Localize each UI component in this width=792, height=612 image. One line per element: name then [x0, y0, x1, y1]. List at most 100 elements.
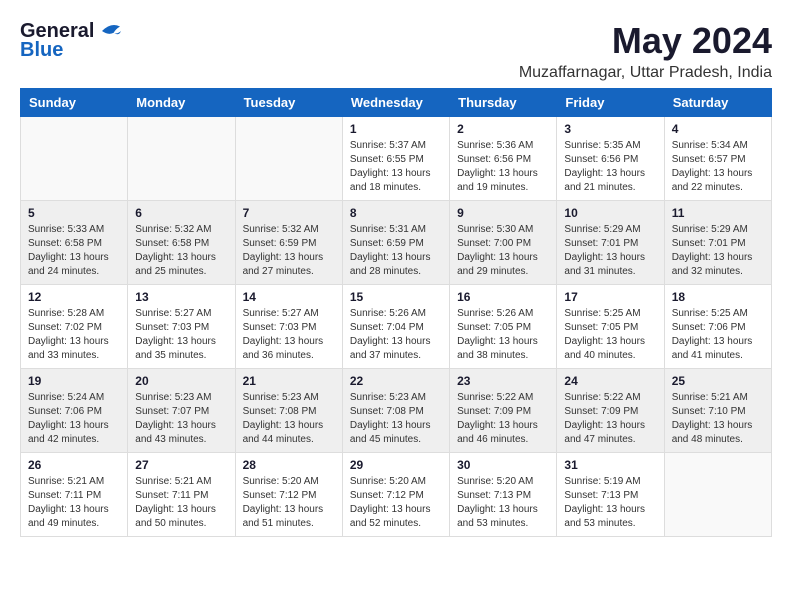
- calendar-week-row: 26Sunrise: 5:21 AM Sunset: 7:11 PM Dayli…: [21, 453, 772, 537]
- calendar-cell: 10 Sunrise: 5:29 AM Sunset: 7:01 PM Dayli…: [557, 201, 664, 285]
- day-number: 10: [564, 206, 656, 220]
- day-info: Sunrise: 5:26 AM Sunset: 7:04 PM Dayligh…: [350, 307, 442, 363]
- calendar-cell: 15 Sunrise: 5:26 AM Sunset: 7:04 PM Dayli…: [342, 285, 449, 369]
- day-info: Sunrise: 5:21 AM Sunset: 7:10 PM Dayligh…: [672, 391, 764, 447]
- calendar-cell: [235, 117, 342, 201]
- weekday-header-monday: Monday: [128, 89, 235, 117]
- day-number: 28: [243, 458, 335, 472]
- day-info: Sunrise: 5:20 AM Sunset: 7:13 PM Dayligh…: [457, 475, 549, 531]
- calendar-cell: [664, 453, 771, 537]
- calendar-cell: 7Sunrise: 5:32 AM Sunset: 6:59 PM Daylig…: [235, 201, 342, 285]
- day-number: 18: [672, 290, 764, 304]
- calendar-cell: 6Sunrise: 5:32 AM Sunset: 6:58 PM Daylig…: [128, 201, 235, 285]
- day-number: 12: [28, 290, 120, 304]
- day-number: 4: [672, 122, 764, 136]
- calendar-cell: 4 Sunrise: 5:34 AM Sunset: 6:57 PM Daylig…: [664, 117, 771, 201]
- calendar-cell: 18 Sunrise: 5:25 AM Sunset: 7:06 PM Dayli…: [664, 285, 771, 369]
- calendar-cell: 13 Sunrise: 5:27 AM Sunset: 7:03 PM Dayli…: [128, 285, 235, 369]
- calendar-cell: 11 Sunrise: 5:29 AM Sunset: 7:01 PM Dayli…: [664, 201, 771, 285]
- calendar-table: SundayMondayTuesdayWednesdayThursdayFrid…: [20, 88, 772, 537]
- day-info: Sunrise: 5:26 AM Sunset: 7:05 PM Dayligh…: [457, 307, 549, 363]
- calendar-cell: 12 Sunrise: 5:28 AM Sunset: 7:02 PM Dayli…: [21, 285, 128, 369]
- weekday-header-row: SundayMondayTuesdayWednesdayThursdayFrid…: [21, 89, 772, 117]
- day-number: 13: [135, 290, 227, 304]
- weekday-header-thursday: Thursday: [450, 89, 557, 117]
- calendar-cell: [21, 117, 128, 201]
- day-number: 9: [457, 206, 549, 220]
- calendar-cell: 27 Sunrise: 5:21 AM Sunset: 7:11 PM Dayli…: [128, 453, 235, 537]
- calendar-cell: 2Sunrise: 5:36 AM Sunset: 6:56 PM Daylig…: [450, 117, 557, 201]
- day-number: 21: [243, 374, 335, 388]
- day-info: Sunrise: 5:29 AM Sunset: 7:01 PM Dayligh…: [564, 223, 656, 279]
- calendar-cell: 28 Sunrise: 5:20 AM Sunset: 7:12 PM Dayli…: [235, 453, 342, 537]
- title-area: May 2024 Muzaffarnagar, Uttar Pradesh, I…: [519, 20, 772, 82]
- calendar-cell: 31 Sunrise: 5:19 AM Sunset: 7:13 PM Dayli…: [557, 453, 664, 537]
- logo-bird-icon: [97, 22, 125, 40]
- calendar-cell: 29 Sunrise: 5:20 AM Sunset: 7:12 PM Dayli…: [342, 453, 449, 537]
- day-number: 1: [350, 122, 442, 136]
- calendar-cell: 21 Sunrise: 5:23 AM Sunset: 7:08 PM Dayli…: [235, 369, 342, 453]
- calendar-cell: 23Sunrise: 5:22 AM Sunset: 7:09 PM Dayli…: [450, 369, 557, 453]
- day-number: 20: [135, 374, 227, 388]
- calendar-cell: 16Sunrise: 5:26 AM Sunset: 7:05 PM Dayli…: [450, 285, 557, 369]
- calendar-cell: 1 Sunrise: 5:37 AM Sunset: 6:55 PM Daylig…: [342, 117, 449, 201]
- calendar-cell: 9 Sunrise: 5:30 AM Sunset: 7:00 PM Daylig…: [450, 201, 557, 285]
- day-number: 11: [672, 206, 764, 220]
- day-number: 27: [135, 458, 227, 472]
- calendar-cell: 17Sunrise: 5:25 AM Sunset: 7:05 PM Dayli…: [557, 285, 664, 369]
- day-number: 23: [457, 374, 549, 388]
- weekday-header-sunday: Sunday: [21, 89, 128, 117]
- day-info: Sunrise: 5:30 AM Sunset: 7:00 PM Dayligh…: [457, 223, 549, 279]
- day-info: Sunrise: 5:28 AM Sunset: 7:02 PM Dayligh…: [28, 307, 120, 363]
- weekday-header-friday: Friday: [557, 89, 664, 117]
- day-number: 2: [457, 122, 549, 136]
- calendar-cell: 20Sunrise: 5:23 AM Sunset: 7:07 PM Dayli…: [128, 369, 235, 453]
- day-info: Sunrise: 5:20 AM Sunset: 7:12 PM Dayligh…: [350, 475, 442, 531]
- day-number: 7: [243, 206, 335, 220]
- day-info: Sunrise: 5:34 AM Sunset: 6:57 PM Dayligh…: [672, 139, 764, 195]
- calendar-cell: 30 Sunrise: 5:20 AM Sunset: 7:13 PM Dayli…: [450, 453, 557, 537]
- weekday-header-tuesday: Tuesday: [235, 89, 342, 117]
- day-number: 24: [564, 374, 656, 388]
- calendar-cell: 14 Sunrise: 5:27 AM Sunset: 7:03 PM Dayli…: [235, 285, 342, 369]
- weekday-header-wednesday: Wednesday: [342, 89, 449, 117]
- calendar-cell: 19 Sunrise: 5:24 AM Sunset: 7:06 PM Dayli…: [21, 369, 128, 453]
- day-info: Sunrise: 5:29 AM Sunset: 7:01 PM Dayligh…: [672, 223, 764, 279]
- calendar-cell: [128, 117, 235, 201]
- day-info: Sunrise: 5:31 AM Sunset: 6:59 PM Dayligh…: [350, 223, 442, 279]
- day-info: Sunrise: 5:19 AM Sunset: 7:13 PM Dayligh…: [564, 475, 656, 531]
- day-number: 14: [243, 290, 335, 304]
- day-info: Sunrise: 5:23 AM Sunset: 7:08 PM Dayligh…: [243, 391, 335, 447]
- weekday-header-saturday: Saturday: [664, 89, 771, 117]
- day-number: 5: [28, 206, 120, 220]
- day-info: Sunrise: 5:21 AM Sunset: 7:11 PM Dayligh…: [135, 475, 227, 531]
- day-info: Sunrise: 5:24 AM Sunset: 7:06 PM Dayligh…: [28, 391, 120, 447]
- calendar-week-row: 19 Sunrise: 5:24 AM Sunset: 7:06 PM Dayli…: [21, 369, 772, 453]
- day-number: 22: [350, 374, 442, 388]
- day-info: Sunrise: 5:27 AM Sunset: 7:03 PM Dayligh…: [135, 307, 227, 363]
- day-info: Sunrise: 5:27 AM Sunset: 7:03 PM Dayligh…: [243, 307, 335, 363]
- calendar-week-row: 12 Sunrise: 5:28 AM Sunset: 7:02 PM Dayli…: [21, 285, 772, 369]
- day-number: 29: [350, 458, 442, 472]
- day-info: Sunrise: 5:37 AM Sunset: 6:55 PM Dayligh…: [350, 139, 442, 195]
- calendar-cell: 22 Sunrise: 5:23 AM Sunset: 7:08 PM Dayli…: [342, 369, 449, 453]
- day-number: 19: [28, 374, 120, 388]
- day-info: Sunrise: 5:20 AM Sunset: 7:12 PM Dayligh…: [243, 475, 335, 531]
- day-number: 25: [672, 374, 764, 388]
- calendar-cell: 8 Sunrise: 5:31 AM Sunset: 6:59 PM Daylig…: [342, 201, 449, 285]
- day-number: 17: [564, 290, 656, 304]
- day-number: 15: [350, 290, 442, 304]
- calendar-subtitle: Muzaffarnagar, Uttar Pradesh, India: [519, 64, 772, 82]
- calendar-cell: 5 Sunrise: 5:33 AM Sunset: 6:58 PM Daylig…: [21, 201, 128, 285]
- day-number: 8: [350, 206, 442, 220]
- day-info: Sunrise: 5:32 AM Sunset: 6:58 PM Dayligh…: [135, 223, 227, 279]
- day-info: Sunrise: 5:22 AM Sunset: 7:09 PM Dayligh…: [564, 391, 656, 447]
- calendar-week-row: 5 Sunrise: 5:33 AM Sunset: 6:58 PM Daylig…: [21, 201, 772, 285]
- page-header: General Blue May 2024 Muzaffarnagar, Utt…: [20, 20, 772, 82]
- day-number: 31: [564, 458, 656, 472]
- day-info: Sunrise: 5:25 AM Sunset: 7:06 PM Dayligh…: [672, 307, 764, 363]
- day-info: Sunrise: 5:33 AM Sunset: 6:58 PM Dayligh…: [28, 223, 120, 279]
- calendar-cell: 25 Sunrise: 5:21 AM Sunset: 7:10 PM Dayli…: [664, 369, 771, 453]
- day-info: Sunrise: 5:23 AM Sunset: 7:08 PM Dayligh…: [350, 391, 442, 447]
- day-number: 30: [457, 458, 549, 472]
